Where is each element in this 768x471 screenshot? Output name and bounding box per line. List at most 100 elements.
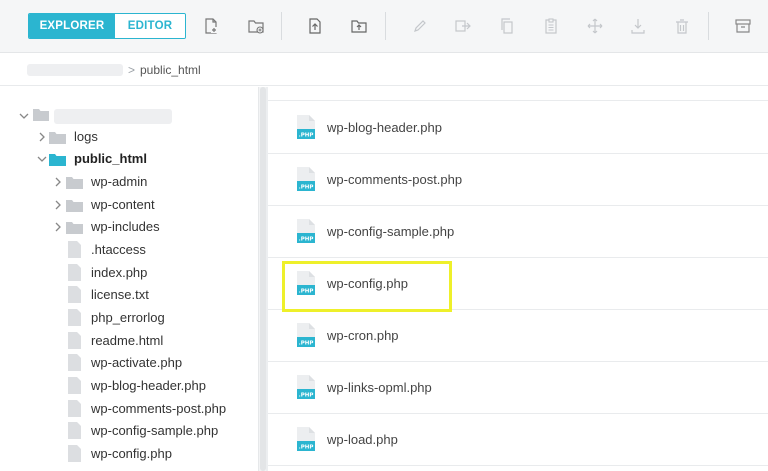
breadcrumb-separator: > <box>128 63 136 77</box>
chevron-down-icon[interactable] <box>19 109 29 121</box>
php-file-icon: .PHP <box>296 114 316 145</box>
tree-item-label: wp-content <box>91 197 155 212</box>
file-name: wp-comments-post.php <box>327 172 463 187</box>
chevron-right-icon[interactable] <box>53 177 63 187</box>
folder-icon <box>66 199 83 212</box>
svg-text:.PHP: .PHP <box>299 237 314 243</box>
tree-item-label: wp-config.php <box>91 446 172 461</box>
editor-tab[interactable]: EDITOR <box>115 14 185 38</box>
selected-file-highlight <box>282 261 452 312</box>
file-row[interactable]: .PHP wp-blog-header.php <box>268 102 768 154</box>
copy-icon[interactable] <box>497 15 517 37</box>
tree-item-label: license.txt <box>91 287 149 302</box>
file-row[interactable]: .PHP wp-load.php <box>268 414 768 466</box>
toolbar: EXPLORER EDITOR <box>0 0 768 53</box>
folder-icon <box>49 131 66 144</box>
tree-item-label: index.php <box>91 265 148 280</box>
php-file-icon: .PHP <box>296 426 316 457</box>
file-row[interactable]: .PHP wp-config-sample.php <box>268 206 768 258</box>
file-row[interactable]: .PHP wp-cron.php <box>268 310 768 362</box>
svg-text:.PHP: .PHP <box>299 393 314 399</box>
file-row[interactable]: .PHP wp-comments-post.php <box>268 154 768 206</box>
new-file-icon[interactable] <box>201 15 221 37</box>
tree-item[interactable]: wp-comments-post.php <box>0 398 258 420</box>
tree-item[interactable]: .htaccess <box>0 239 258 261</box>
folder-icon <box>33 108 49 126</box>
svg-text:.PHP: .PHP <box>299 133 314 139</box>
tree-item[interactable]: readme.html <box>0 330 258 352</box>
chevron-right-icon[interactable] <box>53 200 63 210</box>
view-mode-toggle: EXPLORER EDITOR <box>28 13 186 39</box>
file-row-partial[interactable] <box>268 87 768 101</box>
upload-folder-icon[interactable] <box>349 15 369 37</box>
toolbar-separator <box>385 12 386 40</box>
download-icon[interactable] <box>628 15 648 37</box>
tree-item[interactable]: license.txt <box>0 284 258 306</box>
drag-move-icon[interactable] <box>585 15 605 37</box>
tree-scrollbar[interactable] <box>258 87 266 471</box>
tree-item[interactable]: wp-includes <box>0 216 258 238</box>
tree-item-label: readme.html <box>91 333 164 348</box>
file-row[interactable]: .PHP wp-links-opml.php <box>268 362 768 414</box>
breadcrumb-root-redacted[interactable] <box>27 64 123 76</box>
file-icon <box>68 309 81 326</box>
tree-item[interactable]: wp-admin <box>0 171 258 193</box>
file-icon <box>68 354 81 371</box>
chevron-right-icon[interactable] <box>53 222 63 232</box>
file-name: wp-load.php <box>327 432 398 447</box>
svg-text:.PHP: .PHP <box>299 445 314 451</box>
tree-item-label: .htaccess <box>91 242 146 257</box>
php-file-icon: .PHP <box>296 322 316 353</box>
paste-icon[interactable] <box>541 15 561 37</box>
folder-icon <box>66 221 83 234</box>
file-name: wp-config-sample.php <box>327 224 455 239</box>
new-folder-icon[interactable] <box>246 15 266 37</box>
tree-item[interactable]: logs <box>0 126 258 148</box>
file-icon <box>68 241 81 258</box>
file-icon <box>68 400 81 417</box>
tree-item-label: logs <box>74 129 98 144</box>
php-file-icon <box>296 87 316 92</box>
tree-item[interactable]: wp-config.php <box>0 443 258 465</box>
tree-item[interactable]: wp-content <box>0 194 258 216</box>
file-name: wp-cron.php <box>327 328 399 343</box>
tree-item-label: php_errorlog <box>91 310 165 325</box>
root-folder-redacted[interactable] <box>54 109 172 124</box>
archive-icon[interactable] <box>733 15 753 37</box>
php-file-icon: .PHP <box>296 218 316 249</box>
tree-item-label: wp-admin <box>91 174 148 189</box>
chevron-down-icon[interactable] <box>37 154 47 164</box>
move-icon[interactable] <box>453 15 473 37</box>
file-name: wp-links-opml.php <box>327 380 432 395</box>
upload-file-icon[interactable] <box>305 15 325 37</box>
tree-item-label: wp-activate.php <box>91 355 183 370</box>
delete-icon[interactable] <box>672 15 692 37</box>
php-file-icon: .PHP <box>296 374 316 405</box>
explorer-tab[interactable]: EXPLORER <box>29 14 115 38</box>
tree-item-label: wp-comments-post.php <box>91 401 227 416</box>
file-icon <box>68 422 81 439</box>
file-icon <box>68 445 81 462</box>
file-icon <box>68 286 81 303</box>
toolbar-separator <box>708 12 709 40</box>
toolbar-separator <box>281 12 282 40</box>
tree-item-label: wp-includes <box>91 219 160 234</box>
tree-item-label: wp-blog-header.php <box>91 378 206 393</box>
breadcrumb-current[interactable]: public_html <box>140 63 201 77</box>
file-icon <box>68 332 81 349</box>
tree-item[interactable]: wp-blog-header.php <box>0 375 258 397</box>
tree-item-label: wp-config-sample.php <box>91 423 219 438</box>
tree-item[interactable]: index.php <box>0 262 258 284</box>
tree-item[interactable]: wp-config-sample.php <box>0 420 258 442</box>
tree-item[interactable]: public_html <box>0 148 258 170</box>
breadcrumb: > public_html <box>0 54 768 86</box>
tree-item[interactable]: php_errorlog <box>0 307 258 329</box>
file-icon <box>68 377 81 394</box>
tree-item[interactable]: wp-activate.php <box>0 352 258 374</box>
chevron-right-icon[interactable] <box>37 132 47 142</box>
php-file-icon: .PHP <box>296 166 316 197</box>
rename-icon[interactable] <box>410 15 430 37</box>
svg-text:.PHP: .PHP <box>299 185 314 191</box>
folder-icon <box>66 176 83 189</box>
folder-icon <box>49 153 66 166</box>
